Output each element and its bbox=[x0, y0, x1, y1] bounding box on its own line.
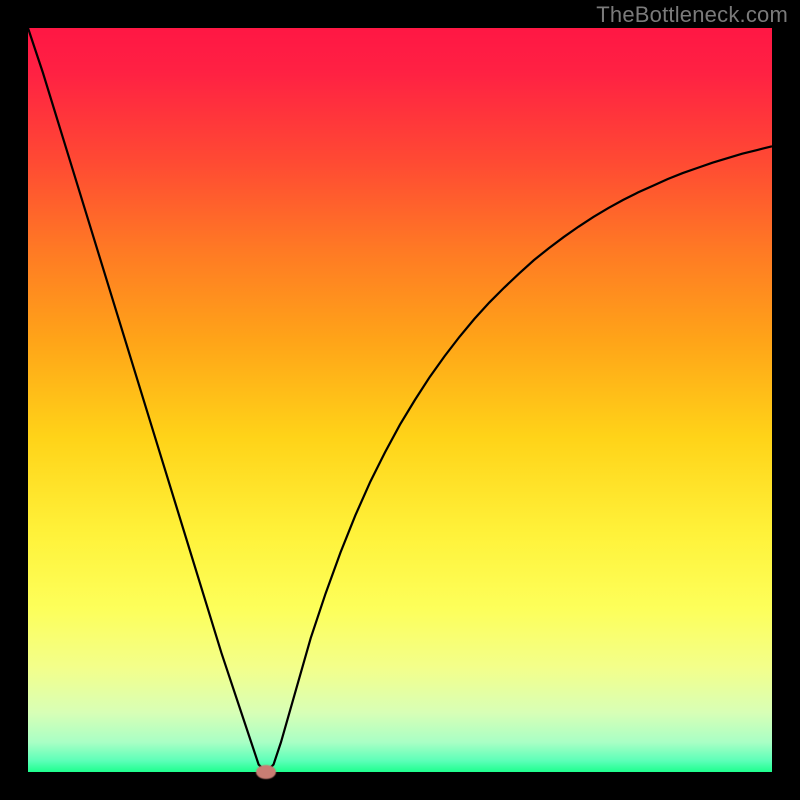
watermark-text: TheBottleneck.com bbox=[596, 2, 788, 28]
minimum-marker bbox=[256, 765, 276, 779]
chart-curve-layer bbox=[28, 28, 772, 772]
bottleneck-curve bbox=[28, 28, 772, 772]
plot-area bbox=[28, 28, 772, 772]
chart-frame: TheBottleneck.com bbox=[0, 0, 800, 800]
